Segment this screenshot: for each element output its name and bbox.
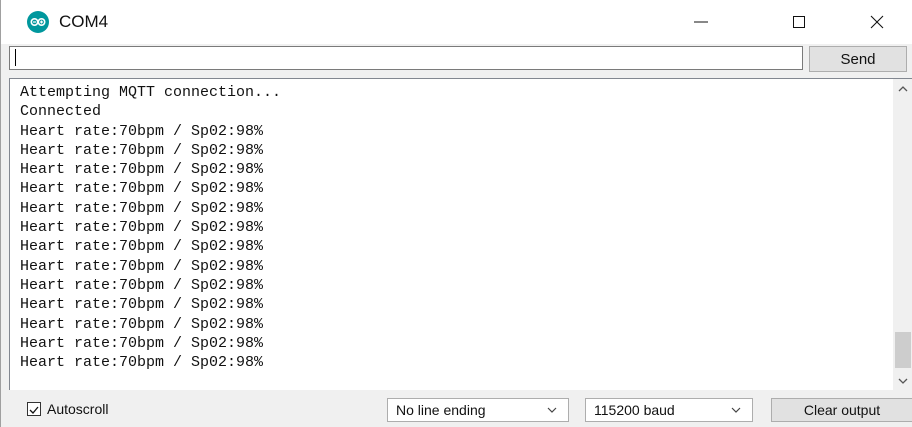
maximize-icon — [793, 16, 805, 28]
autoscroll-checkbox[interactable] — [27, 402, 41, 416]
scroll-up-button[interactable] — [893, 79, 912, 99]
line-ending-select[interactable]: No line ending — [387, 398, 569, 422]
output-line: Heart rate:70bpm / Sp02:98% — [20, 334, 264, 352]
maximize-button[interactable] — [771, 0, 827, 44]
close-button[interactable] — [849, 0, 905, 44]
output-lines: Attempting MQTT connection... Connected He… — [20, 83, 281, 372]
arduino-logo-icon — [27, 11, 49, 33]
output-line: Heart rate:70bpm / Sp02:98% — [20, 315, 264, 333]
output-line: Attempting MQTT connection... — [20, 84, 282, 101]
checkmark-icon — [29, 406, 39, 414]
output-line: Heart rate:70bpm / Sp02:98% — [20, 161, 264, 179]
chevron-down-icon — [731, 407, 741, 413]
bottom-toolbar: Autoscroll No line ending 115200 baud Cl… — [1, 392, 912, 427]
output-line: Heart rate:70bpm / Sp02:98% — [20, 276, 264, 294]
autoscroll-toggle[interactable]: Autoscroll — [27, 401, 108, 417]
window-title: COM4 — [59, 12, 109, 31]
output-line: Heart rate:70bpm / Sp02:98% — [20, 199, 264, 217]
chevron-down-icon — [898, 378, 908, 384]
title-bar[interactable]: COM4 — [1, 0, 912, 44]
scroll-down-button[interactable] — [893, 371, 912, 390]
clear-output-button[interactable]: Clear output — [771, 398, 912, 422]
chevron-up-icon — [898, 86, 908, 92]
text-caret — [15, 49, 16, 66]
output-line: Heart rate:70bpm / Sp02:98% — [20, 141, 264, 159]
chevron-down-icon — [547, 407, 557, 413]
vertical-scrollbar[interactable] — [893, 79, 912, 390]
baud-rate-select[interactable]: 115200 baud — [585, 398, 753, 422]
send-button[interactable]: Send — [809, 46, 907, 72]
serial-monitor-window: COM4 Send · · · · · · · · · · · · · · At… — [0, 0, 912, 427]
output-line: Heart rate:70bpm / Sp02:98% — [20, 180, 264, 198]
minimize-button[interactable] — [673, 0, 729, 44]
output-line: Heart rate:70bpm / Sp02:98% — [20, 296, 264, 314]
minimize-icon — [694, 21, 708, 23]
close-icon — [870, 15, 884, 29]
line-ending-value: No line ending — [396, 402, 486, 418]
output-line: Heart rate:70bpm / Sp02:98% — [20, 219, 264, 237]
output-line: Heart rate:70bpm / Sp02:98% — [20, 257, 264, 275]
output-line: Heart rate:70bpm / Sp02:98% — [20, 238, 264, 256]
scrollbar-thumb[interactable] — [895, 332, 911, 368]
baud-rate-value: 115200 baud — [594, 402, 675, 418]
autoscroll-label: Autoscroll — [47, 401, 109, 417]
output-line: Connected — [20, 103, 102, 121]
serial-output[interactable]: · · · · · · · · · · · · · · Attempting M… — [9, 78, 912, 390]
serial-send-input[interactable] — [9, 46, 803, 70]
output-line: Heart rate:70bpm / Sp02:98% — [20, 354, 264, 372]
output-line: Heart rate:70bpm / Sp02:98% — [20, 122, 264, 140]
